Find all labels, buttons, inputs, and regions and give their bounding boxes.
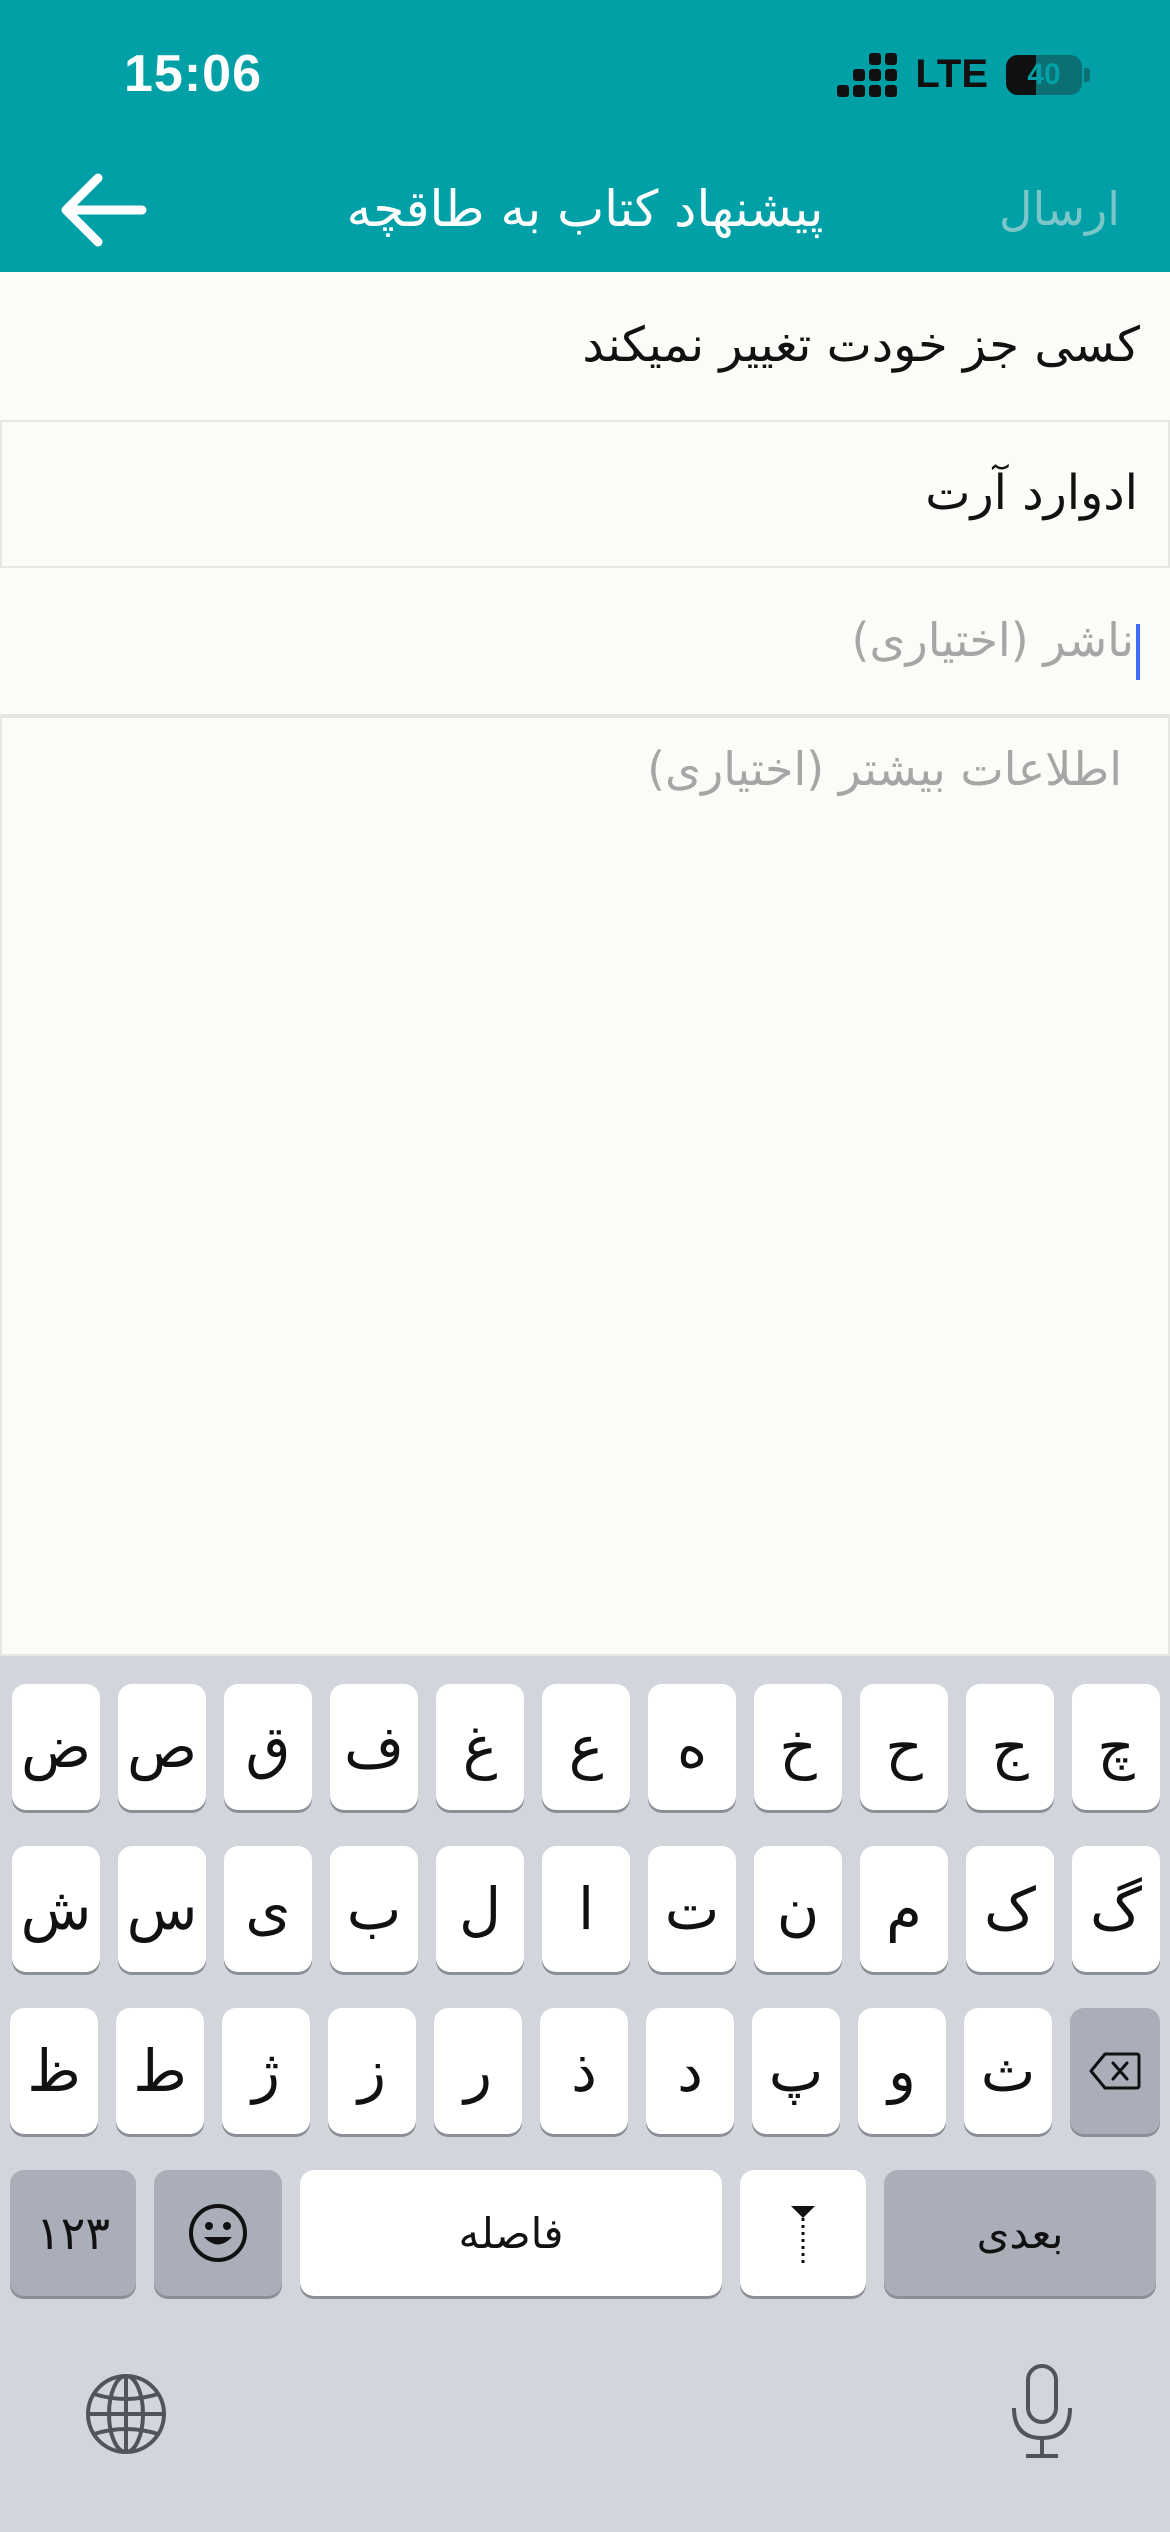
emoji-key[interactable] [154, 2170, 282, 2296]
key[interactable]: ف [330, 1684, 418, 1810]
app-header: 15:06 LTE 40 پیشنهاد کتاب به طاقچه ارسال [0, 0, 1170, 272]
microphone-icon[interactable] [1004, 2362, 1080, 2462]
more-info-textarea[interactable]: اطلاعات بیشتر (اختیاری) [0, 716, 1170, 1656]
more-info-placeholder: اطلاعات بیشتر (اختیاری) [647, 742, 1122, 796]
key[interactable]: خ [754, 1684, 842, 1810]
keyboard-row-4: ۱۲۳ فاصله بعدی [0, 2170, 1170, 2296]
key[interactable]: گ [1072, 1846, 1160, 1972]
key[interactable]: ق [224, 1684, 312, 1810]
zwnj-icon [791, 2206, 815, 2264]
key[interactable]: ص [118, 1684, 206, 1810]
key[interactable]: ث [964, 2008, 1052, 2134]
key[interactable]: م [860, 1846, 948, 1972]
network-type: LTE [915, 52, 988, 96]
keyboard-row-3: ث و پ د ذ ر ز ژ ط ظ [0, 2008, 1170, 2134]
key[interactable]: ذ [540, 2008, 628, 2134]
key[interactable]: ط [116, 2008, 204, 2134]
battery-icon: 40 [1006, 54, 1082, 95]
key[interactable]: د [646, 2008, 734, 2134]
author-value: ادوارد آرت [925, 465, 1138, 521]
battery-level: 40 [1027, 57, 1061, 91]
text-caret [1136, 623, 1140, 680]
book-title-field[interactable]: کسی جز خودت تغییر نمیکند [0, 272, 1170, 422]
keyboard: چ ج ح خ ه ع غ ف ق ص ض گ ک م ن ت ا ل ب ی … [0, 1656, 1170, 2532]
key[interactable]: ژ [222, 2008, 310, 2134]
key[interactable]: پ [752, 2008, 840, 2134]
key[interactable]: ع [542, 1684, 630, 1810]
battery-tip [1084, 67, 1090, 82]
key[interactable]: س [118, 1846, 206, 1972]
key[interactable]: ز [328, 2008, 416, 2134]
key[interactable]: ظ [10, 2008, 98, 2134]
key[interactable]: ح [860, 1684, 948, 1810]
signal-icon [837, 52, 898, 97]
zwnj-key[interactable] [740, 2170, 866, 2296]
publisher-field[interactable]: ناشر (اختیاری) [0, 568, 1170, 716]
delete-icon [1089, 2052, 1141, 2090]
key[interactable]: ن [754, 1846, 842, 1972]
status-time: 15:06 [124, 45, 262, 103]
delete-key[interactable] [1070, 2008, 1160, 2134]
book-title-value: کسی جز خودت تغییر نمیکند [582, 317, 1140, 373]
key[interactable]: ج [966, 1684, 1054, 1810]
key[interactable]: ک [966, 1846, 1054, 1972]
key[interactable]: ض [12, 1684, 100, 1810]
key[interactable]: ت [648, 1846, 736, 1972]
send-button[interactable]: ارسال [999, 182, 1120, 236]
key[interactable]: ل [436, 1846, 524, 1972]
key[interactable]: ی [224, 1846, 312, 1972]
numbers-key[interactable]: ۱۲۳ [10, 2170, 136, 2296]
author-field[interactable]: ادوارد آرت [0, 422, 1170, 568]
key[interactable]: ه [648, 1684, 736, 1810]
key[interactable]: ب [330, 1846, 418, 1972]
key[interactable]: چ [1072, 1684, 1160, 1810]
next-key[interactable]: بعدی [884, 2170, 1156, 2296]
key[interactable]: غ [436, 1684, 524, 1810]
page-title: پیشنهاد کتاب به طاقچه [346, 180, 824, 238]
publisher-placeholder: ناشر (اختیاری) [851, 613, 1134, 667]
key[interactable]: ر [434, 2008, 522, 2134]
key[interactable]: ا [542, 1846, 630, 1972]
key[interactable]: ش [12, 1846, 100, 1972]
keyboard-row-2: گ ک م ن ت ا ل ب ی س ش [0, 1846, 1170, 1972]
key[interactable]: و [858, 2008, 946, 2134]
globe-icon[interactable] [84, 2372, 168, 2456]
emoji-icon [189, 2204, 247, 2262]
status-indicators: LTE 40 [837, 52, 1090, 97]
keyboard-row-1: چ ج ح خ ه ع غ ف ق ص ض [0, 1684, 1170, 1810]
space-key[interactable]: فاصله [300, 2170, 722, 2296]
